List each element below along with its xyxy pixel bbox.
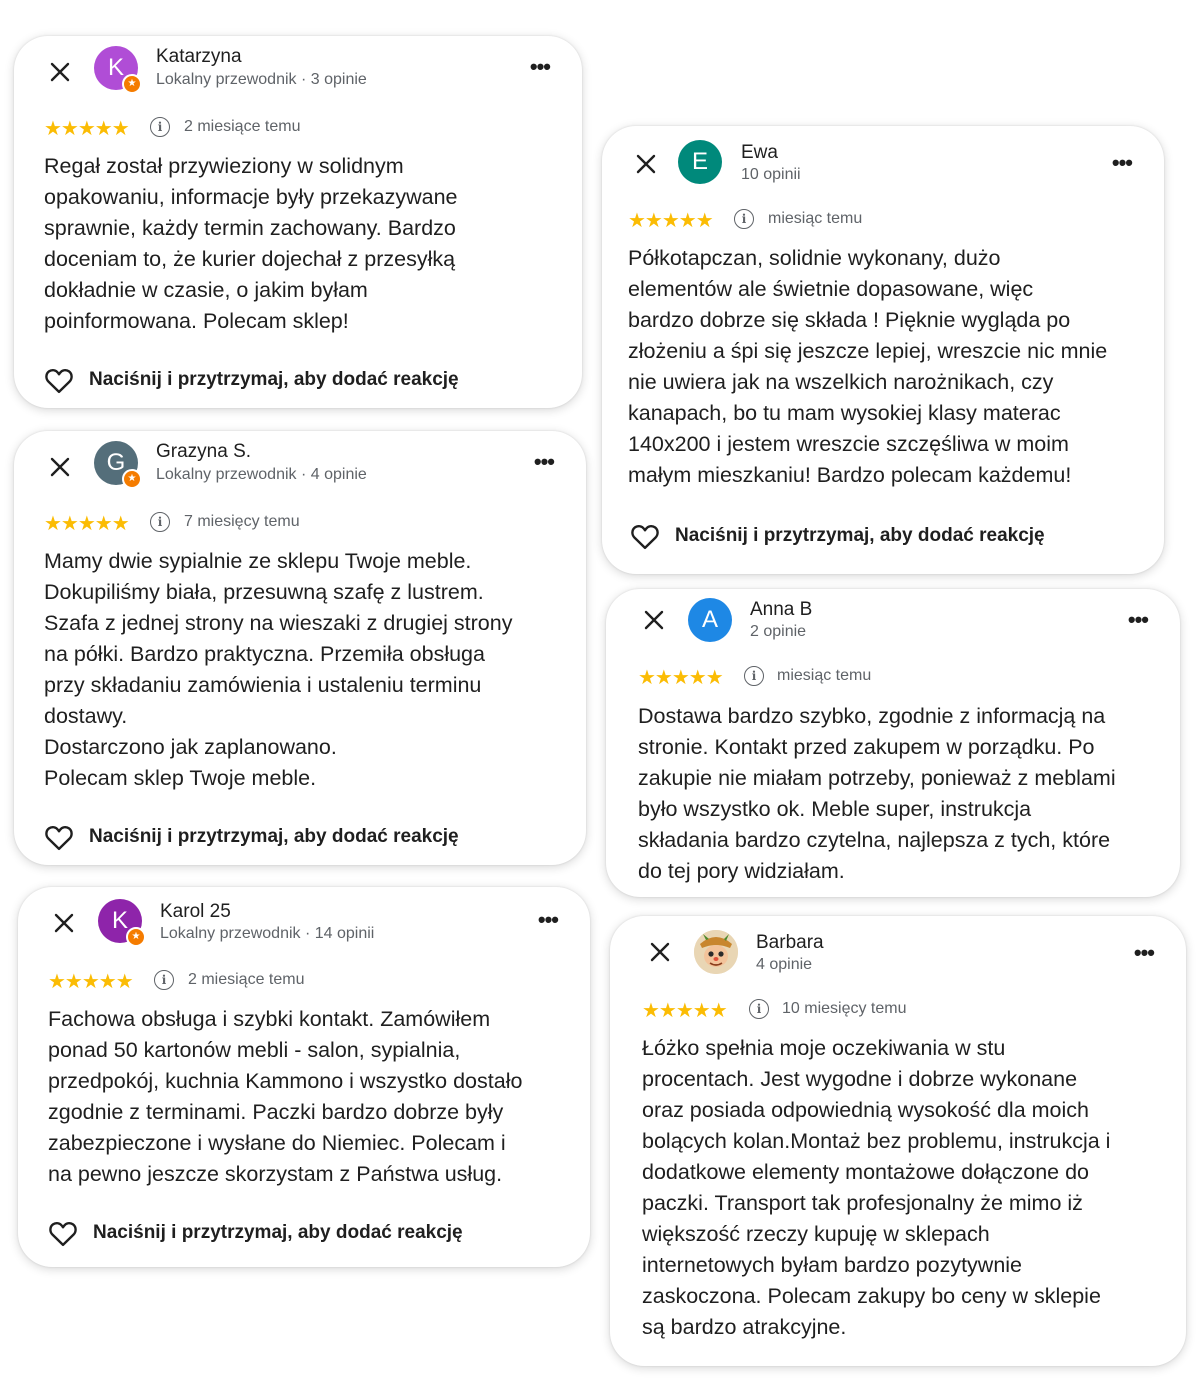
local-guide-star-icon: ★ (126, 927, 146, 947)
reviewer-subtitle: 10 opinii (741, 166, 801, 183)
review-date: miesiąc temu (777, 667, 872, 684)
reaction-label: Naciśnij i przytrzymaj, aby dodać reakcj… (89, 826, 459, 847)
heart-icon (631, 524, 659, 550)
more-options-icon[interactable]: ••• (1128, 607, 1149, 633)
info-icon[interactable]: i (154, 970, 174, 990)
more-options-icon[interactable]: ••• (1112, 150, 1133, 176)
reviewer-subtitle: Lokalny przewodnik · 4 opinie (156, 466, 367, 483)
reviewer-name[interactable]: Ewa (741, 142, 778, 164)
avatar[interactable]: K ★ (98, 899, 146, 947)
review-card: K ★ Katarzyna Lokalny przewodnik · 3 opi… (14, 36, 582, 408)
local-guide-star-icon: ★ (122, 74, 142, 94)
review-card: A Anna B 2 opinie ••• ★★★★★ i miesiąc te… (606, 589, 1180, 897)
reviewer-subtitle: 2 opinie (750, 623, 807, 640)
avatar-initial: K (111, 907, 128, 934)
heart-icon (45, 825, 73, 851)
review-text: Dostawa bardzo szybko, zgodnie z informa… (638, 704, 1116, 883)
review-card: G ★ Grazyna S. Lokalny przewodnik · 4 op… (14, 431, 586, 865)
more-options-icon[interactable]: ••• (1134, 940, 1155, 966)
review-text: Łóżko spełnia moje oczekiwania w stu pro… (642, 1036, 1111, 1339)
reviewer-subtitle: Lokalny przewodnik · 14 opinii (160, 925, 375, 942)
review-card: Barbara 4 opinie ••• ★★★★★ i 10 miesięcy… (610, 916, 1186, 1366)
star-rating: ★★★★★ (638, 667, 724, 689)
reaction-label: Naciśnij i przytrzymaj, aby dodać reakcj… (89, 369, 459, 390)
review-date: 2 miesiące temu (184, 118, 301, 135)
avatar-initial: E (691, 148, 708, 175)
more-options-icon[interactable]: ••• (538, 907, 559, 933)
star-rating: ★★★★★ (628, 210, 714, 232)
review-card: K ★ Karol 25 Lokalny przewodnik · 14 opi… (18, 887, 590, 1267)
reviewer-name[interactable]: Karol 25 (160, 901, 231, 923)
more-options-icon[interactable]: ••• (530, 54, 551, 80)
avatar-initial: K (107, 54, 124, 81)
review-date: 7 miesięcy temu (184, 513, 300, 530)
local-guide-star-icon: ★ (122, 469, 142, 489)
avatar[interactable]: G ★ (94, 441, 142, 489)
avatar-initial: A (701, 606, 718, 633)
review-date: 10 miesięcy temu (782, 1000, 907, 1017)
reaction-label: Naciśnij i przytrzymaj, aby dodać reakcj… (675, 525, 1045, 546)
review-date: 2 miesiące temu (188, 971, 305, 988)
close-icon[interactable] (642, 608, 666, 632)
reviewer-name[interactable]: Grazyna S. (156, 441, 251, 463)
review-card: E Ewa 10 opinii ••• ★★★★★ i miesiąc temu… (602, 126, 1164, 574)
reviewer-name[interactable]: Katarzyna (156, 46, 242, 68)
avatar[interactable]: E (678, 140, 722, 184)
heart-icon (45, 368, 73, 394)
reviewer-subtitle: Lokalny przewodnik · 3 opinie (156, 71, 367, 88)
review-text: Półkotapczan, solidnie wykonany, dużo el… (628, 246, 1108, 487)
close-icon[interactable] (48, 455, 72, 479)
close-icon[interactable] (634, 152, 658, 176)
reviewer-name[interactable]: Anna B (750, 599, 812, 621)
info-icon[interactable]: i (744, 666, 764, 686)
close-icon[interactable] (48, 60, 72, 84)
avatar[interactable] (694, 930, 738, 974)
review-text: Regał został przywieziony w solidnym opa… (44, 154, 458, 333)
info-icon[interactable]: i (150, 117, 170, 137)
star-rating: ★★★★★ (44, 513, 130, 535)
review-text: Mamy dwie sypialnie ze sklepu Twoje mebl… (44, 549, 513, 790)
reviewer-name[interactable]: Barbara (756, 932, 824, 954)
reviewer-subtitle: 4 opinie (756, 956, 813, 973)
avatar-initial: G (106, 449, 126, 476)
more-options-icon[interactable]: ••• (534, 449, 555, 475)
close-icon[interactable] (648, 940, 672, 964)
star-rating: ★★★★★ (44, 118, 130, 140)
star-rating: ★★★★★ (642, 1000, 728, 1022)
close-icon[interactable] (52, 911, 76, 935)
info-icon[interactable]: i (734, 209, 754, 229)
info-icon[interactable]: i (749, 999, 769, 1019)
review-text: Fachowa obsługa i szybki kontakt. Zamówi… (48, 1007, 523, 1186)
review-date: miesiąc temu (768, 210, 863, 227)
heart-icon (49, 1221, 77, 1247)
reaction-label: Naciśnij i przytrzymaj, aby dodać reakcj… (93, 1222, 463, 1243)
info-icon[interactable]: i (150, 512, 170, 532)
avatar[interactable]: A (688, 598, 732, 642)
star-rating: ★★★★★ (48, 971, 134, 993)
avatar[interactable]: K ★ (94, 46, 142, 94)
scarecrow-avatar-icon (694, 930, 738, 974)
